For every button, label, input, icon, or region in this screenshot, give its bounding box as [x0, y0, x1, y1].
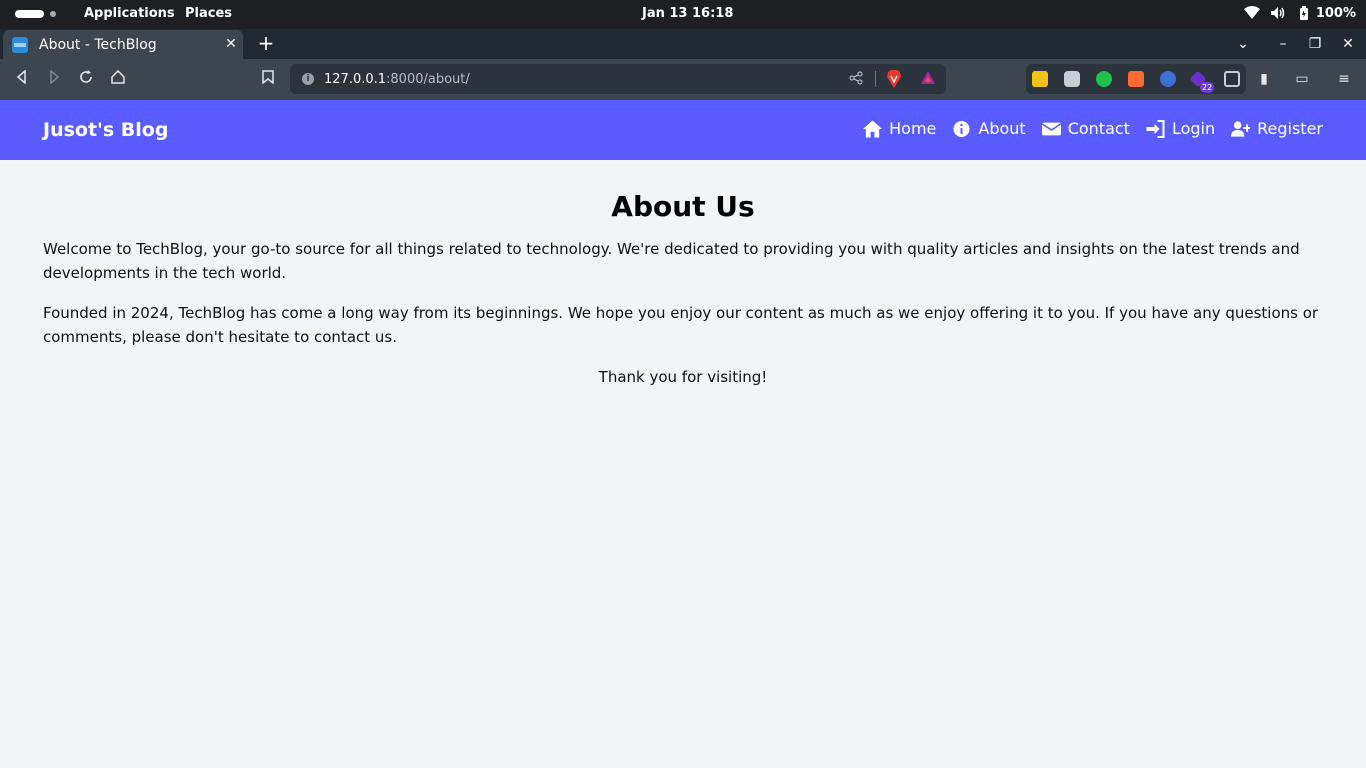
extension-camera-icon[interactable]	[1064, 71, 1080, 87]
nav-login-label: Login	[1171, 119, 1216, 138]
page-title: About Us	[611, 190, 755, 223]
reload-icon	[80, 70, 92, 83]
volume-icon	[1270, 5, 1286, 21]
extension-check-icon[interactable]	[1096, 71, 1112, 87]
site-navbar: Jusot's Blog Home About Contact Login Re…	[0, 100, 1366, 160]
bookmark-button[interactable]	[258, 69, 278, 89]
brave-shields-icon[interactable]	[886, 70, 902, 88]
nav-contact-label: Contact	[1067, 119, 1130, 138]
applications-menu[interactable]: Applications	[84, 6, 175, 21]
intro-paragraph: Welcome to TechBlog, your go-to source f…	[43, 240, 1300, 282]
forward-icon	[50, 69, 60, 85]
battery-status: 100%	[1296, 5, 1356, 21]
address-bar[interactable]: i 127.0.0.1:8000/about/	[290, 64, 946, 94]
activities-indicator[interactable]	[15, 10, 44, 18]
about-content: About Us Welcome to TechBlog, your go-to…	[43, 190, 1323, 405]
wifi-icon	[1243, 5, 1260, 21]
history-paragraph: Founded in 2024, TechBlog has come a lon…	[43, 304, 1319, 346]
url-host: 127.0.0.1	[324, 71, 387, 87]
address-bar-divider	[875, 71, 876, 87]
sidebar-toggle-icon[interactable]: ▮	[1254, 69, 1274, 89]
new-tab-button[interactable]: +	[256, 33, 276, 53]
close-window-button[interactable]: ✕	[1338, 34, 1358, 54]
maximize-button[interactable]: ❐	[1305, 34, 1325, 54]
tab-list-chevron-icon[interactable]: ⌄	[1233, 34, 1253, 54]
info-icon	[953, 120, 970, 137]
back-button[interactable]	[12, 69, 32, 89]
extension-ws-icon[interactable]	[1160, 71, 1176, 87]
extension-notes-icon[interactable]	[1032, 71, 1048, 87]
extensions-puzzle-icon[interactable]	[1224, 71, 1240, 87]
extension-badge-count: 22	[1200, 82, 1215, 93]
site-info-icon[interactable]: i	[302, 73, 314, 85]
home-icon	[863, 119, 883, 138]
nav-register[interactable]: Register	[1231, 119, 1323, 138]
tab-title: About - TechBlog	[39, 36, 157, 53]
menu-hamburger-icon[interactable]: ≡	[1334, 69, 1354, 89]
share-icon[interactable]	[848, 71, 864, 87]
url-text[interactable]: 127.0.0.1:8000/about/	[324, 72, 470, 87]
tab-about-techblog[interactable]: About - TechBlog ✕	[3, 30, 243, 59]
nav-about-label: About	[978, 119, 1026, 138]
home-outline-icon	[111, 69, 125, 84]
nav-home-label: Home	[889, 119, 937, 138]
wallet-icon[interactable]: ▭	[1292, 69, 1312, 89]
extension-fire-icon[interactable]	[1128, 71, 1144, 87]
places-menu[interactable]: Places	[185, 6, 232, 21]
nav-register-label: Register	[1257, 119, 1323, 138]
workspace-dot[interactable]	[50, 11, 56, 17]
battery-percent: 100%	[1315, 5, 1356, 21]
tab-strip: About - TechBlog ✕ + ⌄ – ❐ ✕	[0, 29, 1366, 59]
battery-icon	[1296, 5, 1312, 21]
nav-home[interactable]: Home	[863, 119, 936, 138]
system-top-bar: Applications Places Jan 13 16:18 100%	[0, 0, 1366, 29]
forward-button[interactable]	[44, 69, 64, 89]
tab-close-icon[interactable]: ✕	[223, 36, 239, 52]
browser-toolbar: i 127.0.0.1:8000/about/ ▮ ▭ ≡	[0, 59, 1366, 100]
brave-rewards-icon[interactable]	[920, 70, 936, 88]
site-brand[interactable]: Jusot's Blog	[43, 119, 168, 141]
nav-contact[interactable]: Contact	[1041, 119, 1130, 138]
login-icon	[1146, 119, 1165, 138]
nav-about[interactable]: About	[952, 119, 1026, 138]
nav-links: Home About Contact Login Register	[863, 119, 1323, 138]
bookmark-icon	[262, 70, 274, 85]
thanks-text: Thank you for visiting!	[598, 368, 768, 386]
system-tray[interactable]: 100%	[1243, 5, 1356, 21]
user-plus-icon	[1231, 120, 1251, 137]
site-favicon-icon	[12, 36, 28, 53]
reload-button[interactable]	[76, 69, 96, 89]
url-path: :8000/about/	[386, 71, 470, 87]
back-icon	[16, 69, 26, 85]
home-button[interactable]	[108, 69, 128, 89]
clock[interactable]: Jan 13 16:18	[642, 6, 733, 21]
envelope-icon	[1041, 122, 1061, 135]
minimize-button[interactable]: –	[1273, 34, 1293, 54]
nav-login[interactable]: Login	[1146, 119, 1215, 138]
